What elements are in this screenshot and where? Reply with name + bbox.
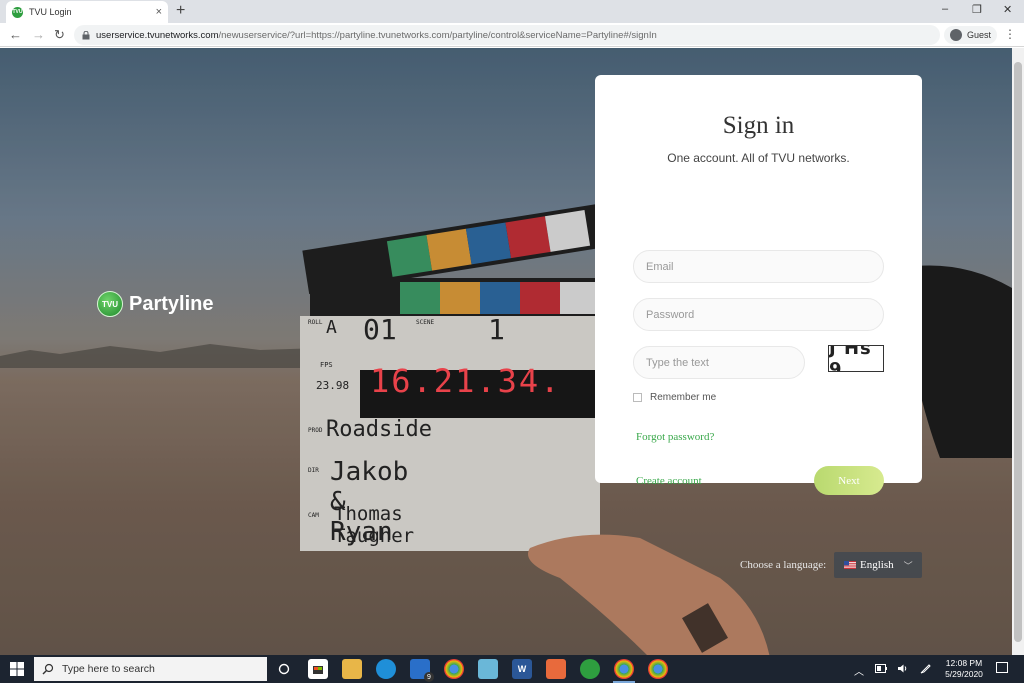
clock-time: 12:08 PM xyxy=(945,658,983,668)
profile-button[interactable]: Guest xyxy=(944,26,998,44)
clapper-dir-label: DIR xyxy=(308,467,319,474)
clapper-prod-label: PROD xyxy=(308,427,323,434)
url-host: userservice.tvunetworks.com xyxy=(96,29,219,41)
remember-me-label: Remember me xyxy=(650,392,717,403)
new-tab-button[interactable]: + xyxy=(176,2,185,20)
language-selected: English xyxy=(860,559,894,571)
word-icon[interactable]: W xyxy=(512,659,532,679)
mail-badge: 9 xyxy=(424,672,434,682)
tvu-favicon-icon: TVU xyxy=(12,6,23,18)
clapper-fps: 23.98 xyxy=(316,379,350,392)
store-icon[interactable] xyxy=(308,659,328,679)
notification-icon[interactable] xyxy=(996,662,1008,673)
mountains-decoration xyxy=(0,344,320,368)
battery-icon[interactable] xyxy=(875,664,887,673)
windows-taskbar: Type here to search 9 W ︿ 12:08 PM 5/29/… xyxy=(0,655,1024,683)
close-window-icon[interactable]: ✕ xyxy=(1003,3,1012,16)
language-select[interactable]: English ﹀ xyxy=(834,552,922,578)
profile-avatar-icon xyxy=(950,29,962,41)
chrome-profile-icon[interactable] xyxy=(444,659,464,679)
captcha-text: J Hs 9 xyxy=(829,345,872,372)
captcha-input[interactable] xyxy=(633,346,805,379)
us-flag-icon xyxy=(844,561,856,569)
scrollbar-thumb[interactable] xyxy=(1014,62,1022,642)
signin-title: Sign in xyxy=(722,112,795,139)
forward-arrow-icon[interactable]: → xyxy=(32,27,45,42)
taskbar-clock[interactable]: 12:08 PM 5/29/2020 xyxy=(942,658,986,680)
edge-icon[interactable] xyxy=(376,659,396,679)
mail-icon[interactable]: 9 xyxy=(410,659,434,682)
clapper-roll-label: ROLL xyxy=(308,319,323,326)
clapper-prod: Roadside xyxy=(326,417,432,442)
url-path: /newuserservice/?url=https://partyline.t… xyxy=(218,29,657,41)
clapper-fps-label: FPS xyxy=(320,361,333,369)
partyline-brand: TVU Partyline xyxy=(97,291,213,317)
app-icon[interactable] xyxy=(478,659,498,679)
page-scrollbar[interactable] xyxy=(1012,48,1024,655)
back-arrow-icon[interactable]: ← xyxy=(9,27,22,42)
hand-image xyxy=(528,534,770,655)
minimize-icon[interactable]: – xyxy=(942,3,948,15)
chrome-icon[interactable] xyxy=(614,659,634,679)
app-icon-orange[interactable] xyxy=(546,659,566,679)
reload-icon[interactable]: ↻ xyxy=(54,27,65,43)
tray-overflow-icon[interactable]: ︿ xyxy=(854,663,864,678)
email-input[interactable] xyxy=(633,250,884,283)
browser-menu-icon[interactable]: ⋮ xyxy=(1004,27,1016,41)
chrome-icon-2[interactable] xyxy=(648,659,668,679)
language-label: Choose a language: xyxy=(740,559,827,571)
clapper-cam-label: CAM xyxy=(308,512,319,519)
url-field[interactable]: userservice.tvunetworks.com/newuserservi… xyxy=(74,25,940,45)
pen-icon[interactable] xyxy=(920,663,931,674)
task-view-icon[interactable] xyxy=(274,659,294,679)
clock-date: 5/29/2020 xyxy=(945,669,983,679)
forgot-password-link[interactable]: Forgot password? xyxy=(636,431,714,443)
file-explorer-icon[interactable] xyxy=(342,659,362,679)
taskbar-search-placeholder: Type here to search xyxy=(62,663,155,675)
next-button[interactable]: Next xyxy=(814,466,884,495)
restore-icon[interactable]: ❐ xyxy=(972,3,982,16)
clapper-scene-label: SCENE xyxy=(416,319,435,326)
search-icon xyxy=(42,663,54,675)
signin-subtitle: One account. All of TVU networks. xyxy=(667,151,850,165)
profile-label: Guest xyxy=(967,30,992,40)
browser-tab[interactable]: TVU TVU Login × xyxy=(6,1,168,23)
brand-name: Partyline xyxy=(129,292,214,315)
taskbar-search[interactable]: Type here to search xyxy=(34,657,267,681)
remember-me-checkbox[interactable] xyxy=(633,393,642,402)
windows-start-icon[interactable] xyxy=(10,662,24,676)
clapper-take: 1 xyxy=(488,313,505,346)
tab-title: TVU Login xyxy=(29,7,72,17)
tvu-logo-icon: TVU xyxy=(97,291,123,317)
signin-card: Sign in One account. All of TVU networks… xyxy=(595,75,922,495)
clapper-roll: A xyxy=(326,317,337,338)
clapper-timecode: 16.21.34. xyxy=(370,362,562,400)
clapper-cam: Thomas Taugher xyxy=(334,503,415,547)
app-icon-green[interactable] xyxy=(580,659,600,679)
browser-tab-bar: TVU TVU Login × + – ❐ ✕ xyxy=(0,0,1024,23)
lock-icon xyxy=(82,30,90,39)
clapper-scene: 01 xyxy=(363,313,397,346)
address-bar: ← → ↻ userservice.tvunetworks.com/newuse… xyxy=(0,23,1024,47)
create-account-link[interactable]: Create account xyxy=(636,475,702,487)
close-tab-icon[interactable]: × xyxy=(156,6,162,18)
captcha-image[interactable]: J Hs 9 xyxy=(828,345,884,372)
volume-icon[interactable] xyxy=(897,663,909,674)
remember-me[interactable]: Remember me xyxy=(633,392,716,403)
password-input[interactable] xyxy=(633,298,884,331)
chevron-down-icon: ﹀ xyxy=(903,560,913,571)
